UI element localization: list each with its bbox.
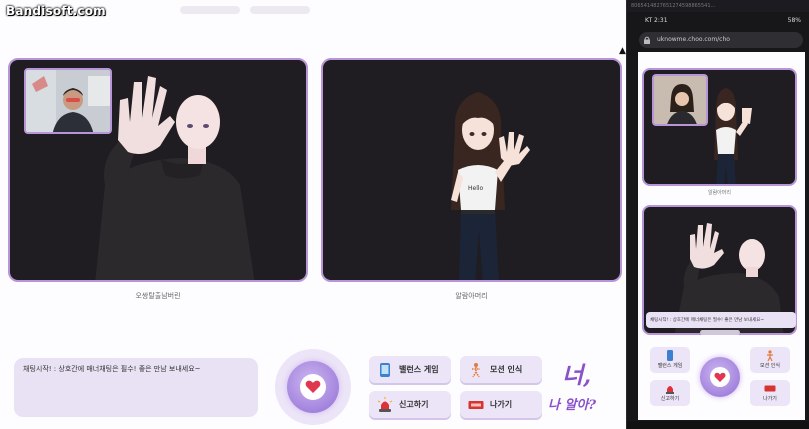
remote-user-name: 오쌍탈출남버린 — [135, 292, 181, 300]
phone-chat-input[interactable] — [700, 330, 740, 335]
recorder-watermark: Bandisoft.com — [6, 4, 106, 18]
like-button-halo — [275, 349, 351, 425]
local-avatar-figure: Hello — [451, 92, 530, 280]
self-view-camera[interactable] — [24, 68, 112, 134]
phone-window-title: 8065414827651274598865541... — [627, 0, 809, 12]
report-button[interactable]: 신고하기 — [369, 391, 451, 418]
like-button-inner — [300, 374, 326, 400]
phone-status-bar: KT 2:31 58% — [627, 14, 809, 30]
brand-logo-line1: 너, — [562, 362, 592, 389]
exit-button[interactable]: 나가기 — [460, 391, 542, 418]
camera-person — [26, 70, 110, 132]
exit-label: 나가기 — [490, 400, 513, 409]
phone-local-video — [642, 68, 797, 186]
phone-heart-icon — [714, 372, 726, 382]
phone-address-bar[interactable]: uknowme.choo.com/cho — [639, 32, 803, 48]
phone-navigation-bar — [627, 421, 809, 429]
phone-motion-label: 모션 인식 — [760, 363, 780, 369]
phone-chat-box[interactable]: 채팅시작! : 상호간에 매너채팅은 필수! 좋은 만남 보내세요~ — [646, 312, 796, 328]
phone-url-text: uknowme.choo.com/cho — [657, 36, 730, 43]
report-label: 신고하기 — [399, 400, 429, 409]
phone-siren-icon — [666, 386, 674, 394]
phone-mirror-window: 8065414827651274598865541... KT 2:31 58%… — [627, 0, 809, 429]
heart-icon — [305, 380, 321, 393]
video-chat-app: Bandisoft.com 오쌍탈출남버린 Hello 알람아머리 채팅시작! … — [0, 0, 626, 429]
phone-chat-message: 채팅시작! : 상호간에 매너채팅은 필수! 좋은 만남 보내세요~ — [650, 318, 765, 323]
phone-game-icon — [380, 362, 390, 377]
phone-like-button-inner — [710, 367, 730, 387]
remote-video-panel — [8, 58, 308, 282]
phone-local-name: 알람아머리 — [707, 190, 731, 196]
brand-logo-line2: 나 알아? — [548, 398, 597, 413]
phone-game-icon — [667, 350, 673, 361]
phone-report-label: 신고하기 — [660, 396, 680, 402]
phone-exit-label: 나가기 — [763, 396, 777, 402]
phone-balance-game-button[interactable]: 밸런스 게임 — [650, 347, 690, 373]
phone-exit-button[interactable]: 나가기 — [750, 380, 790, 406]
phone-carrier-time: KT 2:31 — [645, 17, 668, 24]
balance-game-button[interactable]: 밸런스 게임 — [369, 356, 451, 383]
phone-screen: 알람아머리 채팅시작! : 상호간에 매너채팅은 필수! 좋은 만남 보내세요~… — [638, 52, 805, 420]
browser-tab[interactable] — [180, 6, 240, 14]
chat-box[interactable]: 채팅시작! : 상호간에 매너채팅은 필수! 좋은 만남 보내세요~ — [14, 358, 258, 417]
brand-logo: 너, 나 알아? — [548, 356, 618, 420]
phone-self-camera[interactable] — [652, 74, 708, 126]
balance-game-label: 밸런스 게임 — [399, 365, 439, 374]
phone-exit-icon — [764, 385, 776, 392]
motion-recognition-label: 모션 인식 — [490, 365, 523, 374]
lock-icon — [644, 36, 650, 44]
phone-battery: 58% — [787, 17, 801, 24]
local-user-name: 알람아머리 — [455, 292, 488, 300]
chat-message: 채팅시작! : 상호간에 매너채팅은 필수! 좋은 만남 보내세요~ — [23, 365, 201, 373]
svg-text:Hello: Hello — [468, 185, 484, 192]
phone-report-button[interactable]: 신고하기 — [650, 380, 690, 406]
motion-recognition-button[interactable]: 모션 인식 — [460, 356, 542, 383]
mouse-cursor-icon: ▲ — [619, 46, 626, 56]
phone-motion-icon — [767, 350, 773, 361]
phone-camera-person — [654, 76, 706, 124]
phone-balance-game-label: 밸런스 게임 — [657, 363, 683, 369]
like-button[interactable] — [287, 361, 339, 413]
phone-like-button[interactable] — [700, 357, 740, 397]
motion-figure-icon — [472, 362, 480, 377]
siren-icon — [377, 396, 393, 412]
exit-sign-icon — [468, 400, 484, 409]
local-video-panel: Hello — [321, 58, 622, 282]
browser-tab[interactable] — [250, 6, 310, 14]
phone-motion-button[interactable]: 모션 인식 — [750, 347, 790, 373]
